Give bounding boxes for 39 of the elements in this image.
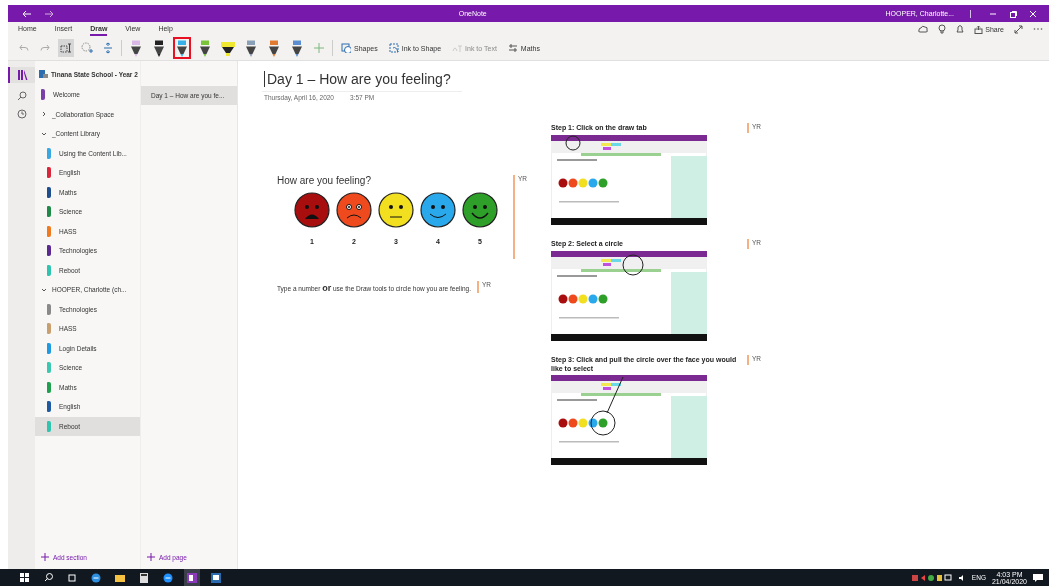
chevron-icon[interactable]: [41, 111, 47, 118]
insert-space-icon[interactable]: [103, 42, 113, 54]
forward-arrow-icon[interactable]: [44, 9, 54, 18]
lasso-icon[interactable]: [81, 42, 93, 54]
chevron-icon[interactable]: [41, 286, 47, 293]
recent-clock-icon[interactable]: [16, 109, 27, 119]
question-text: How are you feeling?: [277, 175, 372, 186]
close-icon[interactable]: [1029, 9, 1037, 18]
chevron-icon[interactable]: [41, 130, 47, 137]
back-arrow-icon[interactable]: [22, 9, 32, 18]
bell-icon[interactable]: [956, 24, 965, 34]
browser-e-icon[interactable]: [91, 572, 101, 583]
cloud-sync-icon[interactable]: [918, 24, 929, 34]
windows-start-icon[interactable]: [19, 573, 29, 582]
restore-icon[interactable]: [1009, 9, 1017, 18]
share-icon[interactable]: [974, 24, 984, 34]
lasso-select-icon[interactable]: [60, 42, 72, 54]
task-view-icon[interactable]: [67, 573, 77, 582]
shapes-icon[interactable]: [341, 43, 351, 53]
more-icon[interactable]: [1033, 27, 1043, 31]
notebooks-icon[interactable]: [17, 70, 28, 80]
calculator-icon[interactable]: [140, 572, 148, 583]
onenote-app-icon[interactable]: [187, 572, 197, 583]
maths-icon[interactable]: [507, 43, 518, 53]
volume-icon[interactable]: [957, 573, 966, 582]
plus-icon[interactable]: [41, 553, 49, 561]
notebook-icon[interactable]: [38, 69, 48, 79]
expand-icon[interactable]: [1014, 24, 1023, 34]
tray-icons-drawing[interactable]: [911, 573, 952, 582]
browser-e-icon[interactable]: [163, 572, 173, 583]
folder-icon[interactable]: [115, 573, 125, 582]
notification-icon[interactable]: [1033, 572, 1043, 583]
pen-button[interactable]: [173, 37, 191, 59]
lightbulb-icon[interactable]: [938, 24, 947, 34]
page-title[interactable]: Day 1 – How are you feeling?: [264, 71, 465, 87]
search-icon[interactable]: [43, 573, 53, 582]
app-window-icon[interactable]: [211, 572, 221, 583]
ink-shape-icon[interactable]: [388, 43, 399, 53]
plus-icon[interactable]: [147, 553, 155, 561]
